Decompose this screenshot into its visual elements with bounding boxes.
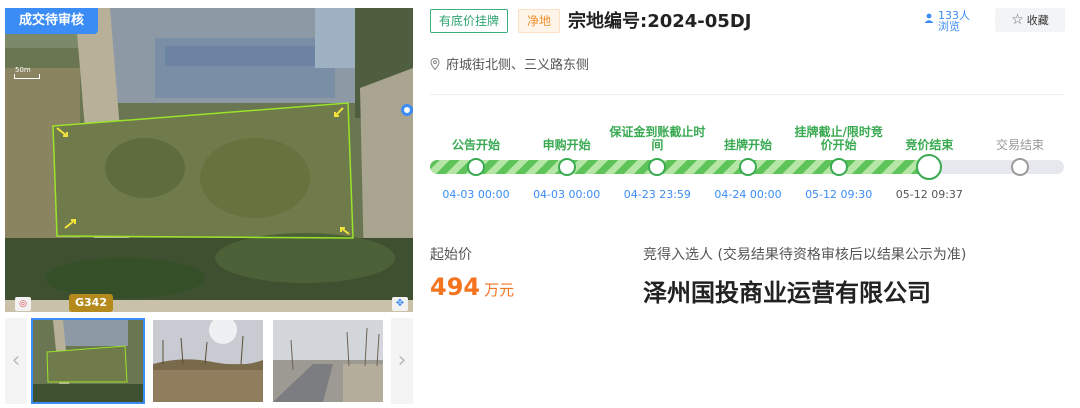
tag-reserve-price: 有底价挂牌 [430,9,509,33]
timeline-step-label: 保证金到账截止时间 [609,125,706,152]
start-price: 494 万元 [430,273,514,301]
user-icon [924,13,934,23]
thumbnail-gallery: ‹ › [5,318,413,404]
timeline-step: 挂牌开始 04-24 00:00 [698,118,798,202]
timeline-step-time: 04-23 23:59 [623,188,691,201]
location: 府城街北侧、三义路东侧 [430,54,589,73]
timeline-step-dot [739,158,757,176]
divider [430,94,1064,95]
location-pin-icon [430,57,440,70]
satellite-image [5,8,413,312]
thumbnail-parcel-map[interactable] [31,318,145,404]
timeline-step-label: 竞价结束 [905,138,954,152]
view-count: 133人浏览 [924,10,974,32]
timeline-step-time: 05-12 09:37 [895,188,963,201]
timeline-step: 申购开始 04-03 00:00 [517,118,617,202]
page-title: 宗地编号:2024-05DJ [568,11,752,32]
road-label: G342 [69,294,113,312]
thumbnail-site-photo-2[interactable] [273,320,383,402]
start-price-unit: 万元 [484,281,515,299]
thumbnail-site-photo-1[interactable] [153,320,263,402]
timeline-step-time: 04-24 00:00 [714,188,782,201]
map-scale-label: 50m [15,66,31,74]
favorite-label: 收藏 [1026,14,1049,27]
star-outline-icon: ☆ [1011,12,1024,28]
start-price-label: 起始价 [430,247,472,263]
favorite-button[interactable]: ☆ 收藏 [995,8,1065,32]
tag-net-land: 净地 [518,9,561,33]
timeline-step-label: 挂牌截止/限时竞价开始 [794,125,883,152]
map-scale-bar [14,74,40,79]
timeline-step-dot [1011,158,1029,176]
timeline-step-label: 申购开始 [542,138,591,152]
map-compass-icon[interactable]: ✥ [392,297,408,311]
chevron-right-icon[interactable]: › [391,318,413,404]
timeline-step-label: 挂牌开始 [723,138,772,152]
timeline-step-dot [916,154,943,180]
timeline-step-label: 交易结束 [995,138,1044,152]
winner-label: 竞得入选人 (交易结果待资格审核后以结果公示为准) [643,247,967,263]
timeline-step-dot [467,158,485,176]
timeline-step: 竞价结束 05-12 09:37 [879,118,979,202]
chevron-left-icon[interactable]: ‹ [5,318,27,404]
timeline-step-time: 04-03 00:00 [442,188,510,201]
timeline-step-time: 04-03 00:00 [533,188,601,201]
start-price-value: 494 [430,273,481,301]
parcel-map[interactable]: 成交待审核 50m ◎ G342 ✥ [5,8,413,312]
timeline-step-time: 05-12 09:30 [805,188,873,201]
winner-name: 泽州国投商业运营有限公司 [643,279,931,307]
timeline-step: 交易结束 [970,118,1070,176]
status-tag: 成交待审核 [5,8,99,34]
location-text: 府城街北侧、三义路东侧 [446,58,590,73]
map-logo-icon: ◎ [15,297,31,311]
map-locate-icon[interactable] [401,104,413,116]
timeline-progress [430,160,931,174]
timeline-step: 保证金到账截止时间 04-23 23:59 [607,118,707,202]
timeline-step: 公告开始 04-03 00:00 [426,118,526,202]
timeline-step-dot [557,158,576,176]
timeline-step-dot [829,158,848,176]
view-count-label: 133人浏览 [938,9,970,33]
timeline-step: 挂牌截止/限时竞价开始 05-12 09:30 [789,118,889,202]
timeline-step-label: 公告开始 [451,138,500,152]
transaction-timeline: 公告开始 04-03 00:00 申购开始 04-03 00:00 保证金到账截止时间 0… [430,118,1066,208]
